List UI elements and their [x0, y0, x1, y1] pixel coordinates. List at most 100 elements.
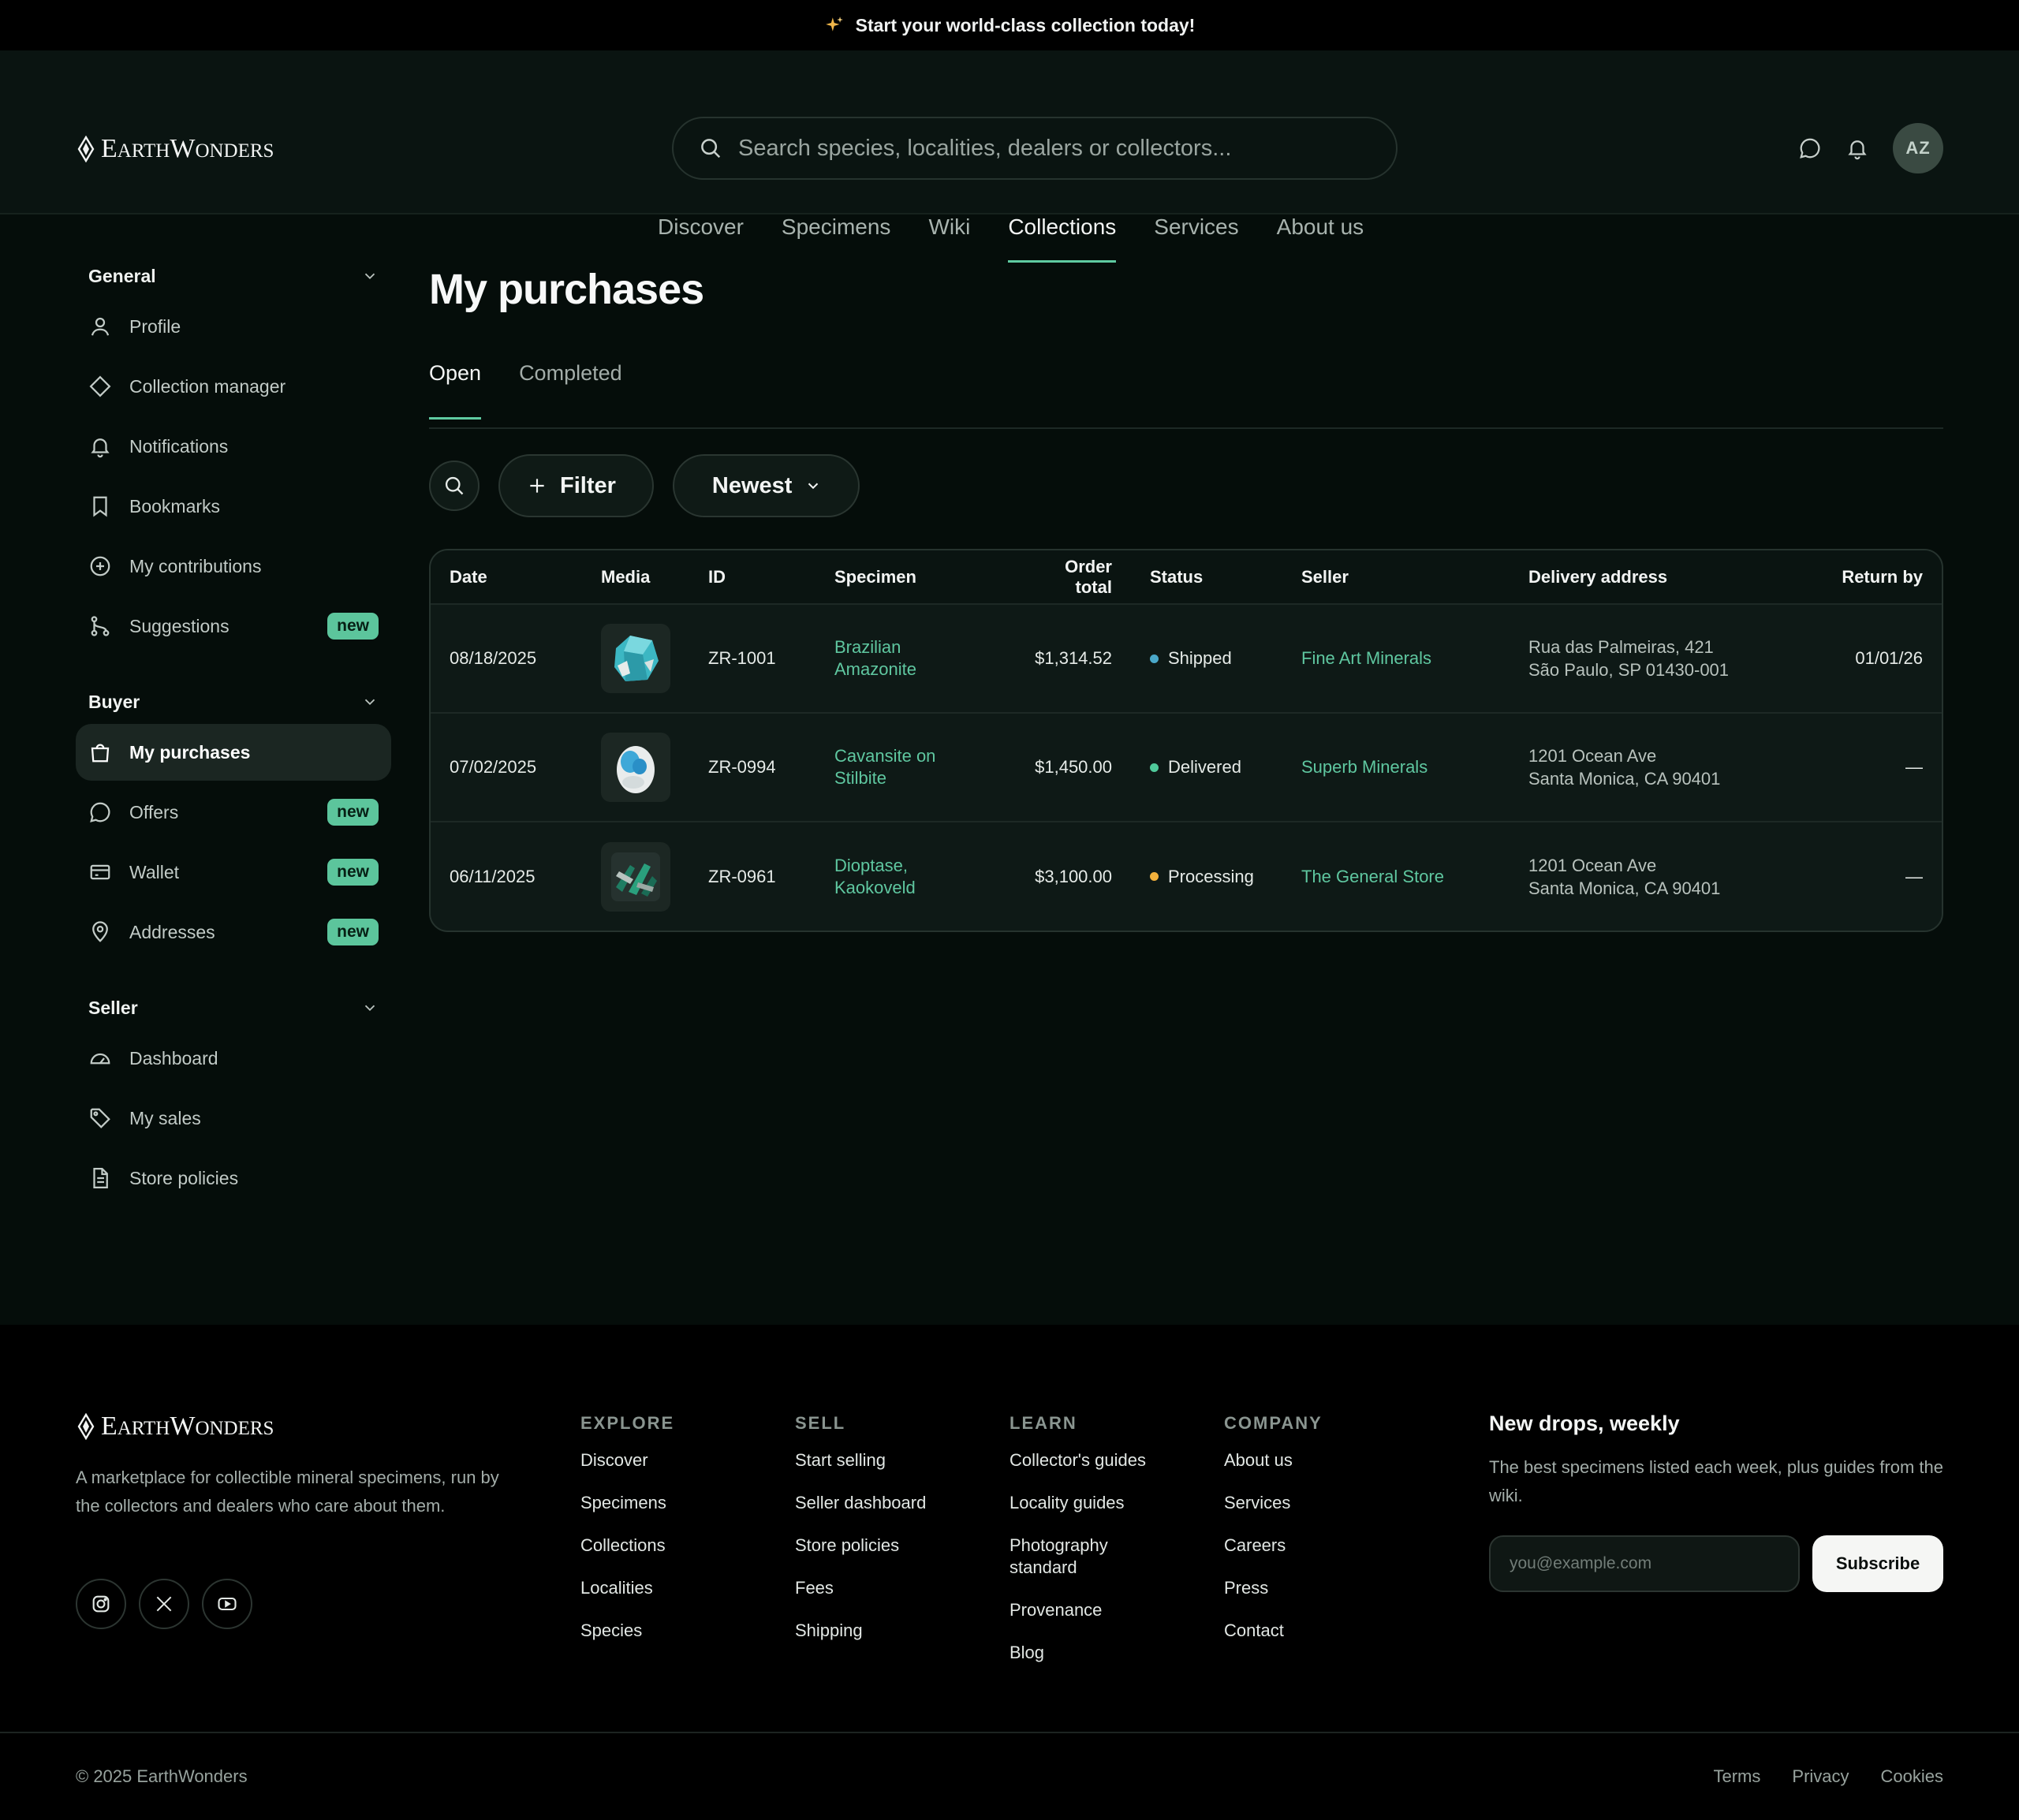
plus-circle-icon [90, 556, 110, 576]
social-links [76, 1579, 252, 1629]
footer-link[interactable]: Store policies [795, 1535, 926, 1557]
filter-button[interactable]: Filter [498, 454, 654, 517]
sort-dropdown[interactable]: Newest [672, 454, 860, 517]
seller-link[interactable]: Fine Art Minerals [1282, 603, 1510, 713]
table-row[interactable]: 08/18/2025 ZR-1001 Brazilian Amazonite $… [431, 603, 1942, 713]
footer-link[interactable]: Species [580, 1620, 674, 1642]
footer-link[interactable]: Fees [795, 1577, 926, 1599]
footer-link[interactable]: Press [1224, 1577, 1323, 1599]
cell-delivery-address: 1201 Ocean Ave Santa Monica, CA 90401 [1510, 712, 1762, 822]
user-avatar[interactable]: AZ [1893, 123, 1943, 173]
col-status[interactable]: Status [1131, 550, 1282, 604]
privacy-link[interactable]: Privacy [1792, 1766, 1849, 1787]
col-return-by[interactable]: Return by [1762, 550, 1942, 604]
footer-link[interactable]: Localities [580, 1577, 674, 1599]
footer-link[interactable]: Seller dashboard [795, 1492, 926, 1514]
nav-wiki[interactable]: Wiki [928, 214, 970, 263]
nav-specimens[interactable]: Specimens [782, 214, 891, 263]
instagram-link[interactable] [76, 1579, 126, 1629]
cell-date: 06/11/2025 [431, 821, 582, 931]
footer-link[interactable]: Shipping [795, 1620, 926, 1642]
col-seller[interactable]: Seller [1282, 550, 1510, 604]
footer-link[interactable]: Collections [580, 1535, 674, 1557]
col-media: Media [582, 550, 689, 604]
subscribe-button[interactable]: Subscribe [1812, 1535, 1943, 1592]
seller-link[interactable]: Superb Minerals [1282, 712, 1510, 822]
main-nav: Discover Specimens Wiki Collections Serv… [658, 214, 1364, 263]
sidebar-item-bookmarks[interactable]: Bookmarks [76, 478, 391, 535]
nav-collections[interactable]: Collections [1008, 214, 1117, 263]
sidebar-item-collection-manager[interactable]: Collection manager [76, 358, 391, 415]
col-order-total[interactable]: Order total [1005, 550, 1131, 604]
user-icon [91, 317, 110, 336]
newsletter-email-input[interactable] [1489, 1535, 1800, 1592]
footer-link[interactable]: Contact [1224, 1620, 1323, 1642]
nav-discover[interactable]: Discover [658, 214, 744, 263]
gauge-icon [90, 1053, 110, 1065]
sidebar-item-offers[interactable]: Offers new [76, 784, 391, 841]
terms-link[interactable]: Terms [1714, 1766, 1761, 1787]
brand-wordmark: EARTHWONDERS [101, 1412, 274, 1441]
specimen-link[interactable]: Brazilian Amazonite [815, 603, 1005, 713]
nav-services[interactable]: Services [1154, 214, 1238, 263]
cookies-link[interactable]: Cookies [1881, 1766, 1943, 1787]
git-branch-icon [91, 616, 110, 636]
col-date[interactable]: Date [431, 550, 582, 604]
messages-icon[interactable] [1798, 136, 1822, 160]
footer-link[interactable]: Careers [1224, 1535, 1323, 1557]
specimen-thumbnail[interactable] [601, 624, 670, 693]
footer-link[interactable]: Collector's guides [1010, 1449, 1167, 1471]
table-row[interactable]: 06/11/2025 ZR-0961 Dioptase, Kaokoveld $… [431, 821, 1942, 931]
footer-link[interactable]: Start selling [795, 1449, 926, 1471]
new-badge: new [327, 613, 379, 640]
sidebar-item-wallet[interactable]: Wallet new [76, 844, 391, 901]
footer-link[interactable]: Services [1224, 1492, 1323, 1514]
search-input[interactable] [738, 135, 1353, 162]
table-row[interactable]: 07/02/2025 ZR-0994 Cavansite on Stilbite… [431, 712, 1942, 822]
footer-link[interactable]: Locality guides [1010, 1492, 1167, 1514]
specimen-link[interactable]: Cavansite on Stilbite [815, 712, 1005, 822]
notifications-bell-icon[interactable] [1845, 136, 1869, 160]
col-specimen[interactable]: Specimen [815, 550, 1005, 604]
tab-open[interactable]: Open [429, 353, 482, 420]
specimen-thumbnail[interactable] [601, 841, 670, 912]
cell-delivery-address: 1201 Ocean Ave Santa Monica, CA 90401 [1510, 821, 1762, 931]
footer-link[interactable]: Discover [580, 1449, 674, 1471]
sidebar-item-notifications[interactable]: Notifications [76, 418, 391, 475]
brand-wordmark: EARTHWONDERS [101, 134, 274, 163]
seller-link[interactable]: The General Store [1282, 821, 1510, 931]
specimen-thumbnail[interactable] [601, 733, 670, 802]
main-content: My purchases Open Completed Filter Newes… [429, 265, 1943, 932]
footer-link[interactable]: Specimens [580, 1492, 674, 1514]
youtube-link[interactable] [202, 1579, 252, 1629]
footer-brand-logo[interactable]: EARTHWONDERS [76, 1412, 274, 1441]
sidebar-item-store-policies[interactable]: Store policies [76, 1150, 391, 1206]
sidebar-item-dashboard[interactable]: Dashboard [76, 1030, 391, 1087]
sidebar-item-suggestions[interactable]: Suggestions new [76, 598, 391, 655]
x-link[interactable] [139, 1579, 189, 1629]
sidebar-item-profile[interactable]: Profile [76, 298, 391, 355]
col-id[interactable]: ID [689, 550, 815, 604]
new-badge: new [327, 919, 379, 945]
sidebar-group-header-general[interactable]: General [76, 254, 391, 298]
sidebar-group-header-buyer[interactable]: Buyer [76, 680, 391, 724]
footer-col-learn: LEARN Collector's guides Locality guides… [1010, 1413, 1167, 1684]
global-search[interactable] [672, 117, 1398, 180]
sidebar-group-seller: Seller Dashboard My sales Store policies [76, 986, 391, 1206]
specimen-link[interactable]: Dioptase, Kaokoveld [815, 821, 1005, 931]
table-search-button[interactable] [429, 461, 480, 511]
sidebar-item-my-contributions[interactable]: My contributions [76, 538, 391, 595]
sidebar-item-addresses[interactable]: Addresses new [76, 904, 391, 960]
shopping-bag-icon [91, 744, 110, 763]
sidebar-group-header-seller[interactable]: Seller [76, 986, 391, 1030]
brand-logo[interactable]: EARTHWONDERS [76, 134, 274, 164]
sidebar-item-my-purchases[interactable]: My purchases [76, 724, 391, 781]
footer-link[interactable]: Provenance [1010, 1599, 1167, 1621]
nav-about-us[interactable]: About us [1277, 214, 1364, 263]
new-badge: new [327, 799, 379, 826]
tab-completed[interactable]: Completed [519, 353, 622, 420]
footer-link[interactable]: About us [1224, 1449, 1323, 1471]
footer-link[interactable]: Photography standard [1010, 1535, 1167, 1579]
footer-link[interactable]: Blog [1010, 1642, 1167, 1664]
sidebar-item-my-sales[interactable]: My sales [76, 1090, 391, 1147]
